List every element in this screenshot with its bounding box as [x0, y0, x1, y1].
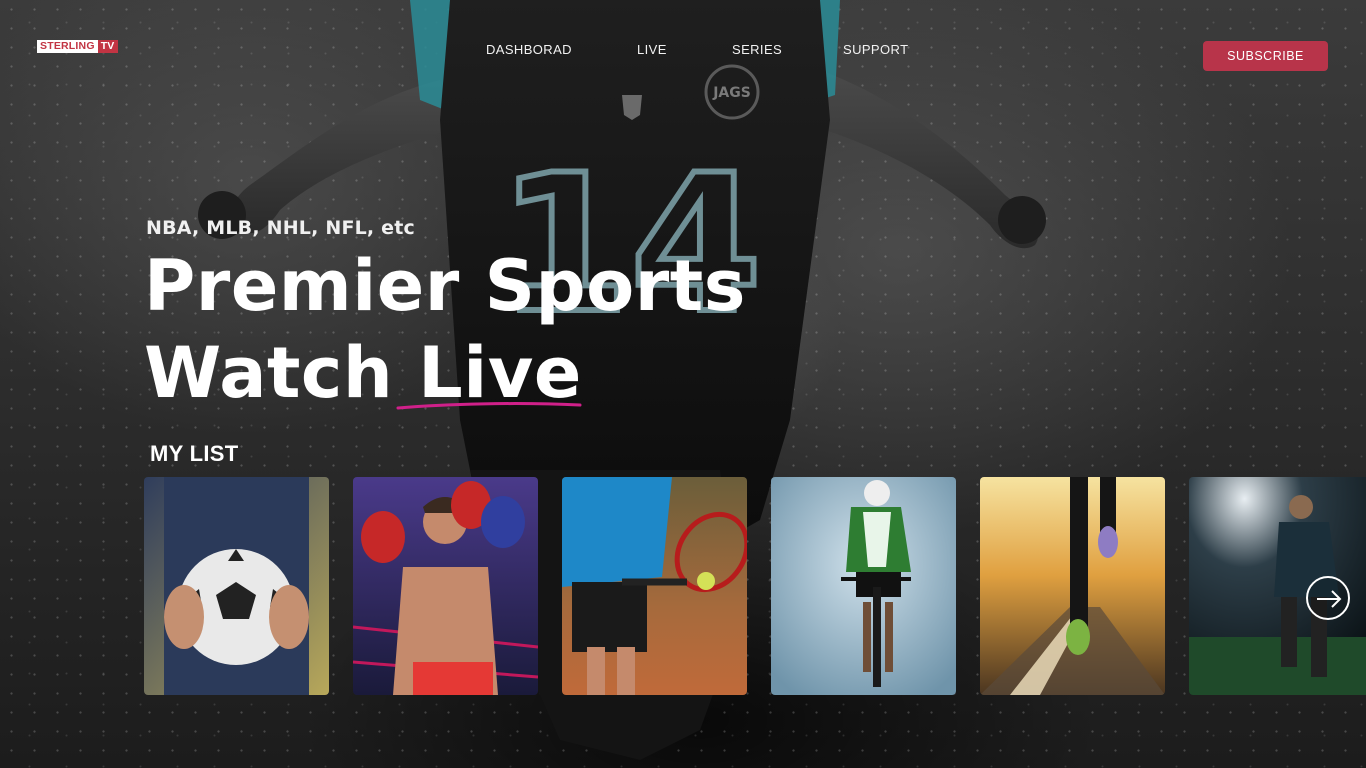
- subscribe-button[interactable]: SUBSCRIBE: [1203, 41, 1328, 71]
- card-cycling[interactable]: [771, 477, 956, 695]
- card-boxing[interactable]: [353, 477, 538, 695]
- arrow-right-icon: [1317, 590, 1342, 608]
- card-tennis[interactable]: [562, 477, 747, 695]
- carousel-next-button[interactable]: [1306, 576, 1350, 620]
- headline-line-1: Premier Sports: [144, 245, 746, 327]
- tennis-thumbnail: [562, 477, 747, 695]
- boxing-thumbnail: [353, 477, 538, 695]
- nav-live[interactable]: LIVE: [637, 42, 667, 57]
- nav-dashboard[interactable]: DASHBORAD: [486, 42, 572, 57]
- soccer-thumbnail: [144, 477, 329, 695]
- svg-text:JAGS: JAGS: [712, 85, 751, 101]
- running-thumbnail: [980, 477, 1165, 695]
- live-underline-stroke: [396, 402, 582, 410]
- leagues-subtitle: NBA, MLB, NHL, NFL, etc: [146, 217, 415, 239]
- main-nav: DASHBORAD LIVE SERIES SUPPORT: [0, 42, 1366, 58]
- my-list-title: MY LIST: [150, 441, 239, 466]
- card-soccer[interactable]: [144, 477, 329, 695]
- nav-series[interactable]: SERIES: [732, 42, 782, 57]
- nav-support[interactable]: SUPPORT: [843, 42, 908, 57]
- card-running[interactable]: [980, 477, 1165, 695]
- cycling-thumbnail: [771, 477, 956, 695]
